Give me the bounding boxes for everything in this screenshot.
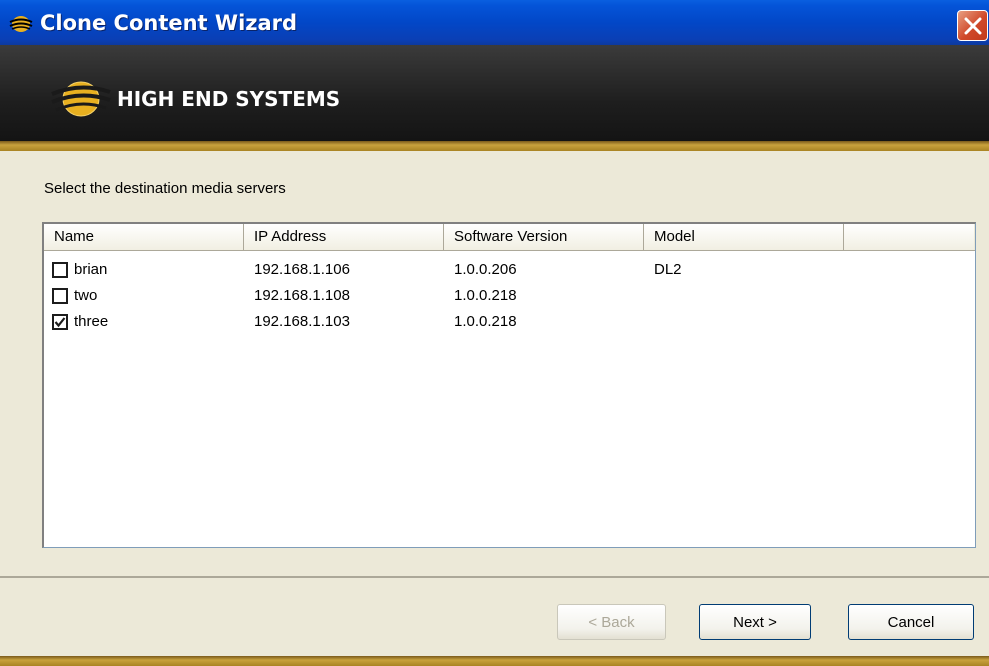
footer-divider bbox=[0, 576, 989, 578]
table-row[interactable]: brian 192.168.1.106 1.0.0.206 DL2 bbox=[44, 257, 975, 283]
high-end-systems-logo-icon bbox=[9, 16, 33, 32]
media-server-list[interactable]: Name IP Address Software Version Model b… bbox=[42, 222, 976, 548]
back-button[interactable]: < Back bbox=[557, 604, 666, 640]
bottom-divider bbox=[0, 656, 989, 666]
server-version: 1.0.0.218 bbox=[454, 313, 517, 330]
checkbox-two[interactable] bbox=[52, 288, 68, 304]
high-end-systems-logo-icon bbox=[51, 81, 111, 117]
server-model: DL2 bbox=[654, 261, 682, 278]
close-button[interactable] bbox=[957, 10, 988, 41]
list-header: Name IP Address Software Version Model bbox=[44, 224, 975, 251]
checkbox-brian[interactable] bbox=[52, 262, 68, 278]
checkbox-three[interactable] bbox=[52, 314, 68, 330]
window-title: Clone Content Wizard bbox=[40, 11, 298, 35]
column-header-filler bbox=[844, 224, 974, 250]
table-row[interactable]: three 192.168.1.103 1.0.0.218 bbox=[44, 309, 975, 335]
column-header-ip-address[interactable]: IP Address bbox=[244, 224, 444, 250]
close-icon bbox=[964, 17, 982, 35]
next-button[interactable]: Next > bbox=[699, 604, 811, 640]
title-bar[interactable]: Clone Content Wizard bbox=[0, 0, 989, 45]
server-name: brian bbox=[74, 261, 108, 278]
cancel-button[interactable]: Cancel bbox=[848, 604, 974, 640]
instruction-text: Select the destination media servers bbox=[44, 180, 286, 197]
table-row[interactable]: two 192.168.1.108 1.0.0.218 bbox=[44, 283, 975, 309]
wizard-window: Clone Content Wizard HIGH END SYSTEMS Se… bbox=[0, 0, 989, 666]
brand-name: HIGH END SYSTEMS bbox=[117, 87, 341, 111]
server-ip: 192.168.1.108 bbox=[254, 287, 350, 304]
server-version: 1.0.0.206 bbox=[454, 261, 517, 278]
banner-divider bbox=[0, 141, 989, 151]
column-header-software-version[interactable]: Software Version bbox=[444, 224, 644, 250]
server-ip: 192.168.1.106 bbox=[254, 261, 350, 278]
checkmark-icon bbox=[54, 317, 66, 328]
column-header-model[interactable]: Model bbox=[644, 224, 844, 250]
column-header-name[interactable]: Name bbox=[44, 224, 244, 250]
server-ip: 192.168.1.103 bbox=[254, 313, 350, 330]
server-version: 1.0.0.218 bbox=[454, 287, 517, 304]
server-name: two bbox=[74, 287, 98, 304]
server-name: three bbox=[74, 313, 109, 330]
